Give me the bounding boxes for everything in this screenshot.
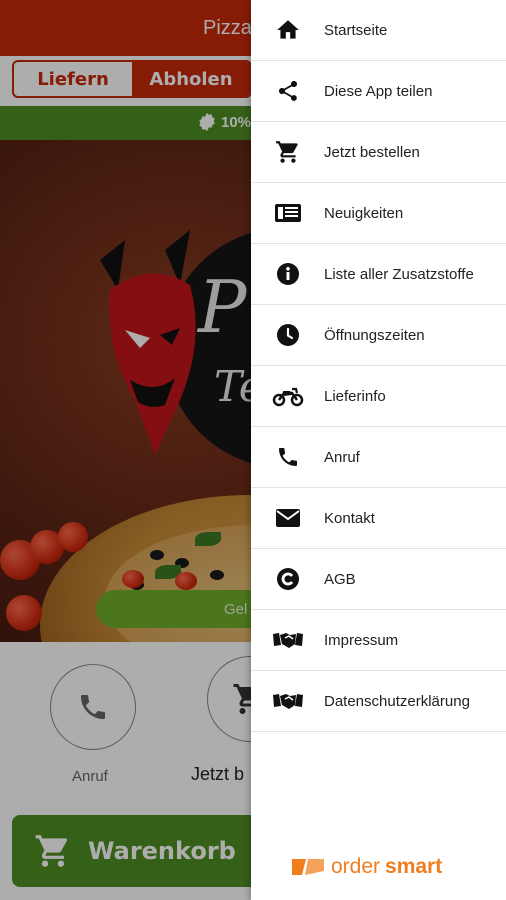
share-icon (278, 81, 297, 101)
handshake-icon (272, 633, 303, 648)
menu-item-opening-hours[interactable]: Öffnungszeiten (251, 305, 506, 366)
copyright-icon (276, 568, 299, 590)
menu-item-delivery-info[interactable]: Lieferinfo (251, 366, 506, 427)
phone-icon (278, 448, 297, 466)
menu-item-share[interactable]: Diese App teilen (251, 61, 506, 122)
navigation-drawer: Startseite Diese App teilen Jetzt bestel… (251, 0, 506, 900)
mail-icon (275, 509, 300, 527)
menu-label: Liste aller Zusatzstoffe (324, 265, 474, 283)
menu-label: Datenschutzerklärung (324, 692, 470, 710)
menu-label: Diese App teilen (324, 82, 433, 100)
menu-item-call[interactable]: Anruf (251, 427, 506, 488)
menu-label: Impressum (324, 631, 399, 649)
menu-item-agb[interactable]: AGB (251, 549, 506, 610)
brand-text-order: order (331, 855, 381, 878)
menu-label: Öffnungszeiten (324, 326, 425, 344)
menu-label: Jetzt bestellen (324, 143, 420, 161)
handshake-icon (272, 694, 303, 709)
menu-label: Neuigkeiten (324, 204, 404, 222)
menu-item-news[interactable]: Neuigkeiten (251, 183, 506, 244)
menu-item-contact[interactable]: Kontakt (251, 488, 506, 549)
menu-item-startseite[interactable]: Startseite (251, 0, 506, 61)
cart-icon (275, 141, 298, 163)
menu-label: AGB (324, 570, 356, 588)
menu-label: Kontakt (324, 509, 375, 527)
menu-item-impressum[interactable]: Impressum (251, 610, 506, 671)
ordersmart-logo-icon (292, 859, 324, 875)
menu-item-privacy[interactable]: Datenschutzerklärung (251, 671, 506, 732)
menu-item-order[interactable]: Jetzt bestellen (251, 122, 506, 183)
menu-label: Startseite (324, 21, 388, 39)
clock-icon (276, 324, 299, 346)
info-icon (276, 263, 299, 285)
home-icon (276, 20, 299, 39)
menu-label: Lieferinfo (324, 387, 386, 405)
menu-label: Anruf (324, 448, 360, 466)
news-icon (274, 204, 301, 222)
ordersmart-brand: order smart (291, 855, 442, 879)
brand-text-smart: smart (385, 855, 443, 878)
motorcycle-icon (272, 387, 303, 407)
menu-item-additives[interactable]: Liste aller Zusatzstoffe (251, 244, 506, 305)
